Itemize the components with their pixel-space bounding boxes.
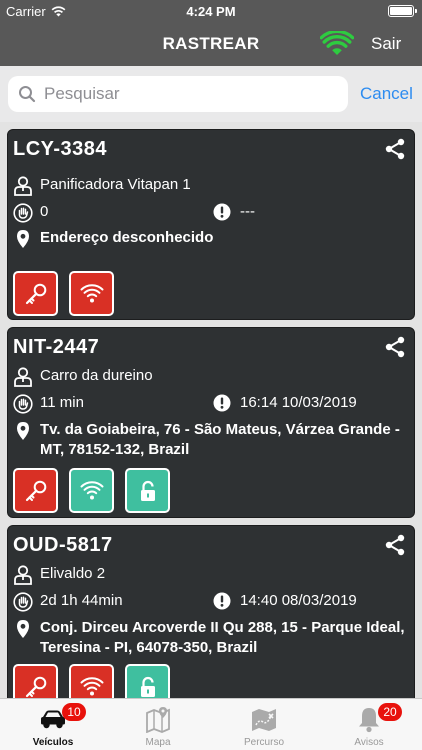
vehicle-card[interactable]: OUD-5817 Elivaldo 2 2d 1h 44min 14:40 08… bbox=[7, 525, 415, 698]
battery-icon bbox=[388, 5, 417, 17]
stopped-time-row: 11 min bbox=[13, 393, 84, 414]
address: Tv. da Goiabeira, 76 - São Mateus, Várze… bbox=[40, 421, 400, 458]
ignition-button[interactable] bbox=[13, 271, 58, 316]
tab-label: Mapa bbox=[145, 737, 171, 748]
hand-stop-icon bbox=[13, 394, 33, 414]
route-map-icon bbox=[252, 709, 276, 731]
search-field[interactable] bbox=[8, 76, 348, 112]
stopped-time: 11 min bbox=[40, 394, 84, 411]
tab-mapa[interactable]: Mapa bbox=[105, 699, 211, 750]
last-update: --- bbox=[240, 203, 255, 220]
hand-stop-icon bbox=[13, 203, 33, 223]
ignition-button[interactable] bbox=[13, 468, 58, 513]
signal-button[interactable] bbox=[69, 664, 114, 698]
address-row: Endereço desconhecido bbox=[13, 228, 408, 249]
alert-icon bbox=[213, 592, 231, 610]
lock-button[interactable] bbox=[125, 664, 170, 698]
key-icon bbox=[25, 676, 46, 697]
status-time: 4:24 PM bbox=[186, 4, 236, 19]
search-input[interactable] bbox=[44, 84, 334, 104]
tab-label: Avisos bbox=[354, 737, 384, 748]
lock-icon bbox=[140, 480, 155, 501]
driver-name: Carro da dureino bbox=[40, 367, 153, 384]
tab-percurso[interactable]: Percurso bbox=[211, 699, 317, 750]
address: Endereço desconhecido bbox=[40, 229, 214, 246]
location-pin-icon bbox=[17, 230, 29, 248]
wifi-icon bbox=[80, 283, 103, 302]
tab-veiculos[interactable]: 10 Veículos bbox=[0, 699, 106, 750]
signal-button[interactable] bbox=[69, 468, 114, 513]
last-update: 14:40 08/03/2019 bbox=[240, 592, 357, 609]
driver-row: Panificadora Vitapan 1 bbox=[13, 175, 191, 196]
vehicle-plate: OUD-5817 bbox=[13, 534, 113, 556]
wifi-icon bbox=[80, 480, 103, 499]
driver-row: Carro da dureino bbox=[13, 366, 153, 387]
vehicle-list: LCY-3384 Panificadora Vitapan 1 0 --- En… bbox=[0, 122, 422, 698]
stopped-time: 2d 1h 44min bbox=[40, 592, 123, 609]
tab-label: Percurso bbox=[243, 737, 284, 748]
tab-avisos[interactable]: 20 Avisos bbox=[316, 699, 422, 750]
driver-row: Elivaldo 2 bbox=[13, 564, 105, 585]
tab-bar: 10 Veículos Mapa Percurso 20 Avisos bbox=[0, 698, 422, 750]
driver-name: Elivaldo 2 bbox=[40, 565, 106, 582]
alert-icon bbox=[213, 203, 231, 221]
last-update-row: 16:14 10/03/2019 bbox=[213, 393, 357, 413]
driver-icon bbox=[14, 176, 32, 196]
vehicle-card[interactable]: LCY-3384 Panificadora Vitapan 1 0 --- En… bbox=[7, 129, 415, 320]
hand-stop-icon bbox=[13, 592, 33, 612]
location-pin-icon bbox=[17, 620, 29, 638]
wifi-icon bbox=[80, 676, 103, 695]
driver-name: Panificadora Vitapan 1 bbox=[40, 176, 191, 193]
search-icon bbox=[19, 86, 36, 103]
alerts-badge: 20 bbox=[378, 703, 402, 721]
last-update: 16:14 10/03/2019 bbox=[240, 394, 357, 411]
vehicle-plate: LCY-3384 bbox=[13, 138, 108, 160]
share-icon[interactable] bbox=[384, 336, 406, 358]
share-icon[interactable] bbox=[384, 534, 406, 556]
tab-label: Veículos bbox=[32, 737, 74, 748]
logout-button[interactable]: Sair bbox=[371, 34, 401, 54]
last-update-row: 14:40 08/03/2019 bbox=[213, 591, 357, 611]
ignition-button[interactable] bbox=[13, 664, 58, 698]
alert-icon bbox=[213, 394, 231, 412]
lock-button[interactable] bbox=[125, 468, 170, 513]
vehicles-badge: 10 bbox=[62, 703, 86, 721]
nav-bar: RASTREAR Sair bbox=[0, 22, 422, 66]
location-pin-icon bbox=[17, 422, 29, 440]
connection-status-icon bbox=[320, 31, 354, 55]
driver-icon bbox=[14, 565, 32, 585]
address-row: Tv. da Goiabeira, 76 - São Mateus, Várze… bbox=[13, 420, 408, 460]
status-bar: Carrier 4:24 PM bbox=[0, 0, 422, 22]
address-row: Conj. Dirceu Arcoverde II Qu 288, 15 - P… bbox=[13, 618, 408, 658]
key-icon bbox=[25, 480, 46, 501]
page-title: RASTREAR bbox=[162, 34, 260, 53]
stopped-time: 0 bbox=[40, 203, 49, 220]
vehicle-plate: NIT-2447 bbox=[13, 336, 100, 358]
lock-icon bbox=[140, 676, 155, 697]
cancel-button[interactable]: Cancel bbox=[360, 84, 413, 104]
driver-icon bbox=[14, 367, 32, 387]
stopped-time-row: 0 bbox=[13, 202, 48, 223]
key-icon bbox=[25, 283, 46, 304]
map-icon bbox=[146, 707, 170, 733]
last-update-row: --- bbox=[213, 202, 255, 222]
share-icon[interactable] bbox=[384, 138, 406, 160]
signal-button[interactable] bbox=[69, 271, 114, 316]
search-bar: Cancel bbox=[0, 66, 422, 122]
address: Conj. Dirceu Arcoverde II Qu 288, 15 - P… bbox=[40, 619, 405, 656]
stopped-time-row: 2d 1h 44min bbox=[13, 591, 123, 612]
vehicle-card[interactable]: NIT-2447 Carro da dureino 11 min 16:14 1… bbox=[7, 327, 415, 518]
